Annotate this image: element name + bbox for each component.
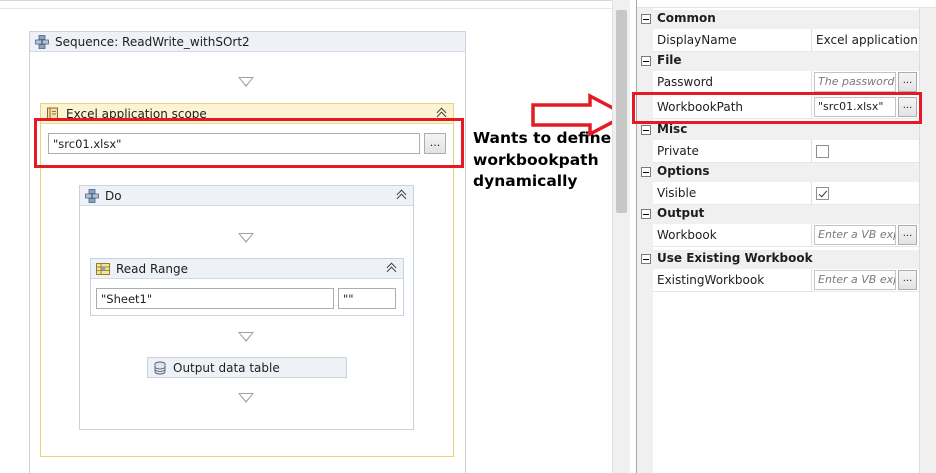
property-name: ExistingWorkbook [653, 269, 811, 292]
private-checkbox[interactable] [816, 145, 829, 158]
property-value-cell[interactable]: The password ... [811, 71, 919, 94]
database-icon [153, 361, 167, 375]
collapse-minus-icon[interactable] [641, 209, 651, 219]
category-title: File [657, 53, 682, 67]
collapse-minus-icon[interactable] [641, 125, 651, 135]
category-use-existing-workbook[interactable]: Use Existing Workbook [637, 250, 919, 269]
visible-checkbox[interactable] [816, 187, 829, 200]
collapse-minus-icon[interactable] [641, 56, 651, 66]
drop-target-arrow-icon[interactable] [238, 77, 254, 87]
property-value-cell[interactable] [811, 140, 919, 163]
workflow-designer-canvas[interactable]: Sequence: ReadWrite_withSOrt2 Excel appl… [0, 0, 630, 473]
output-data-table-header[interactable]: Output data table [148, 358, 346, 377]
collapse-minus-icon[interactable] [641, 254, 651, 264]
category-output[interactable]: Output [637, 205, 919, 224]
collapse-minus-icon[interactable] [641, 167, 651, 177]
sequence-icon [35, 34, 49, 49]
spreadsheet-range-icon [96, 262, 110, 276]
property-name: Visible [653, 182, 811, 205]
category-title: Options [657, 164, 710, 178]
property-value-cell[interactable] [811, 182, 919, 205]
category-title: Misc [657, 122, 688, 136]
workbook-input[interactable]: Enter a VB exp [814, 225, 896, 245]
canvas-top-strip [0, 1, 612, 9]
drop-target-arrow-icon[interactable] [238, 332, 254, 342]
do-header[interactable]: Do [80, 186, 413, 206]
range-input[interactable]: "" [338, 288, 396, 309]
category-title: Output [657, 206, 705, 220]
property-name: Workbook [653, 224, 811, 247]
sequence-icon [85, 188, 99, 203]
displayname-value[interactable]: Excel application sc [816, 29, 920, 52]
properties-scrollbar[interactable] [919, 8, 936, 473]
canvas-vertical-scrollbar[interactable] [612, 0, 630, 473]
property-value-cell[interactable]: Excel application sc [811, 29, 920, 52]
properties-top-edge [637, 0, 936, 8]
property-row-displayname[interactable]: DisplayName Excel application sc [637, 29, 920, 52]
property-row-password[interactable]: Password The password ... [637, 71, 919, 94]
drop-target-arrow-icon[interactable] [238, 393, 254, 403]
annotation-note: Wants to define workbookpath dynamically [473, 128, 611, 193]
collapse-chevron-icon[interactable] [396, 189, 408, 201]
property-row-visible[interactable]: Visible [637, 182, 919, 205]
existingworkbook-browse-button[interactable]: ... [898, 270, 917, 290]
sequence-header[interactable]: Sequence: ReadWrite_withSOrt2 [30, 32, 465, 52]
property-name: Password [653, 71, 811, 94]
annotation-line-2: workbookpath [473, 150, 599, 169]
scrollbar-thumb[interactable] [616, 10, 627, 213]
read-range-header[interactable]: Read Range [91, 259, 403, 279]
property-name: Private [653, 140, 811, 163]
property-row-private[interactable]: Private [637, 140, 919, 163]
sheet-name-input[interactable]: "Sheet1" [96, 288, 334, 309]
do-title: Do [105, 188, 122, 203]
category-title: Common [657, 11, 716, 25]
annotation-line-3: dynamically [473, 172, 578, 190]
properties-panel: Common DisplayName Excel application sc … [636, 0, 936, 473]
highlight-scope-path-box [34, 118, 464, 168]
existingworkbook-input[interactable]: Enter a VB exp [814, 270, 896, 290]
property-name: DisplayName [653, 29, 811, 52]
category-title: Use Existing Workbook [657, 251, 813, 265]
read-range-title: Read Range [116, 261, 188, 276]
property-value-cell[interactable]: Enter a VB exp ... [811, 269, 919, 292]
output-data-table-title: Output data table [173, 360, 280, 375]
password-input[interactable]: The password [814, 72, 896, 92]
category-options[interactable]: Options [637, 163, 919, 182]
property-value-cell[interactable]: Enter a VB exp ... [811, 224, 919, 247]
property-row-existingworkbook[interactable]: ExistingWorkbook Enter a VB exp ... [637, 269, 919, 292]
collapse-minus-icon[interactable] [641, 14, 651, 24]
workbook-browse-button[interactable]: ... [898, 225, 917, 245]
category-file[interactable]: File [637, 52, 919, 71]
highlight-workbookpath-box [632, 92, 922, 124]
password-browse-button[interactable]: ... [898, 72, 917, 92]
output-data-table-activity[interactable]: Output data table [147, 357, 347, 378]
category-common[interactable]: Common [637, 10, 919, 29]
collapse-chevron-icon[interactable] [386, 262, 398, 274]
drop-target-arrow-icon[interactable] [238, 233, 254, 243]
property-row-workbook[interactable]: Workbook Enter a VB exp ... [637, 224, 919, 247]
sequence-title: Sequence: ReadWrite_withSOrt2 [55, 34, 250, 49]
